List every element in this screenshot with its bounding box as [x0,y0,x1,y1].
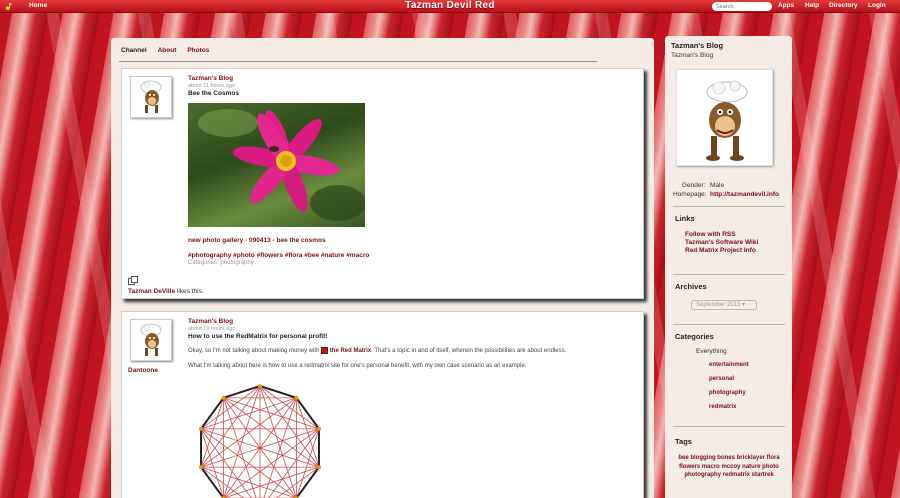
gender-label: Gender: [682,182,706,189]
archive-selected: September 2013 [696,302,741,308]
profile-tabs: Channel About Photos [121,47,218,54]
homepage-link[interactable]: http://tazmandevil.info [710,191,779,198]
redmatrix-icon [321,347,329,354]
tazmanian-devil-avatar-icon [140,323,162,356]
post-item: Dantoone Tazman's Blog about 19 hours ag… [121,311,644,498]
post-paragraph: What I'm talking about here is how to us… [188,363,527,369]
likes-text: likes this. [175,288,204,295]
link-follow-rss[interactable]: Follow with RSS [685,231,736,238]
divider [673,426,785,427]
post-likes: Tazman DeVille likes this. [128,288,204,295]
post-author[interactable]: Tazman's Blog [188,75,233,82]
divider [673,274,785,275]
categories-heading: Categories [675,332,714,341]
homepage-label: Homepage: [673,191,707,198]
liker-name[interactable]: Tazman DeVille [128,288,175,295]
tab-channel[interactable]: Channel [121,47,147,54]
category-redmatrix[interactable]: redmatrix [709,404,736,410]
gallery-link[interactable]: new photo gallery - 090413 - bee the cos… [188,237,326,244]
category-entertainment[interactable]: entertainment [709,362,749,368]
divider [673,324,785,325]
flower-image-icon [198,109,365,221]
nav-help-link[interactable]: Help [805,2,819,9]
top-navbar: Home Tazman Devil Red Apps Help Director… [0,0,900,13]
sidebar-blog-title[interactable]: Tazman's Blog [671,41,723,50]
tag-cloud[interactable]: bee blogging bones bricklayer flora flow… [673,454,785,480]
divider [673,206,785,207]
network-graph-image[interactable] [192,382,328,498]
archive-dropdown[interactable]: September 2013 ▾ [691,300,757,310]
gender-value: Male [710,182,725,189]
post-timestamp: about 19 hours ago [188,326,236,332]
redmatrix-link[interactable]: the Red Matrix [330,348,371,354]
author-avatar[interactable] [130,76,172,118]
tab-photos[interactable]: Photos [187,47,209,54]
nav-apps-link[interactable]: Apps [778,2,794,9]
sidebar-blog-subtitle: Tazman's Blog [671,52,714,59]
chevron-down-icon: ▾ [742,302,746,308]
archives-heading: Archives [675,282,707,291]
category-personal[interactable]: personal [709,376,734,382]
post-hashtags[interactable]: #photography #photo #flowers #flora #bee… [188,252,369,259]
category-photography[interactable]: photography [709,390,746,396]
links-heading: Links [675,214,695,223]
category-everything[interactable]: Everything [696,348,727,355]
tab-about[interactable]: About [158,47,177,54]
link-red-matrix-info[interactable]: Red Matrix Project Info [685,247,756,254]
tazmanian-devil-avatar-icon [140,80,162,113]
post-title[interactable]: How to use the RedMatrix for personal pr… [188,333,327,340]
post-paragraph: Okay, so I'm not talking about making mo… [188,347,628,354]
cosmos-flower-photo[interactable] [188,103,365,227]
nav-directory-link[interactable]: Directory [829,2,858,9]
author-name-link[interactable]: Dantoone [128,367,158,374]
post-author[interactable]: Tazman's Blog [188,318,233,325]
post-item: Tazman's Blog about 11 hours ago Bee the… [121,68,644,299]
nav-home-link[interactable]: Home [29,2,47,9]
search-input[interactable] [712,2,772,11]
para-text: . That's a topic in and of itself, where… [371,348,567,355]
redmatrix-logo-icon[interactable] [5,2,14,11]
homepage-row: http://tazmandevil.info [710,191,779,198]
sidebar: Tazman's Blog Tazman's Blog Gender: Male… [665,36,792,498]
main-column: Channel About Photos Tazman's Blog about… [111,38,654,498]
share-icon[interactable] [128,276,138,285]
tabs-divider [119,61,597,62]
post-categories: Categories: photography [188,260,254,266]
profile-photo[interactable] [676,69,773,166]
post-title[interactable]: Bee the Cosmos [188,90,239,97]
author-avatar[interactable] [130,319,172,361]
nav-login-link[interactable]: Login [868,2,886,9]
link-software-wiki[interactable]: Tazman's Software Wiki [685,239,758,246]
tags-heading: Tags [675,437,692,446]
post-timestamp: about 11 hours ago [188,83,235,89]
tazmanian-devil-profile-icon [706,80,748,161]
para-text: Okay, so I'm not talking about making mo… [188,348,322,355]
gender-row: Gender: [682,182,706,189]
